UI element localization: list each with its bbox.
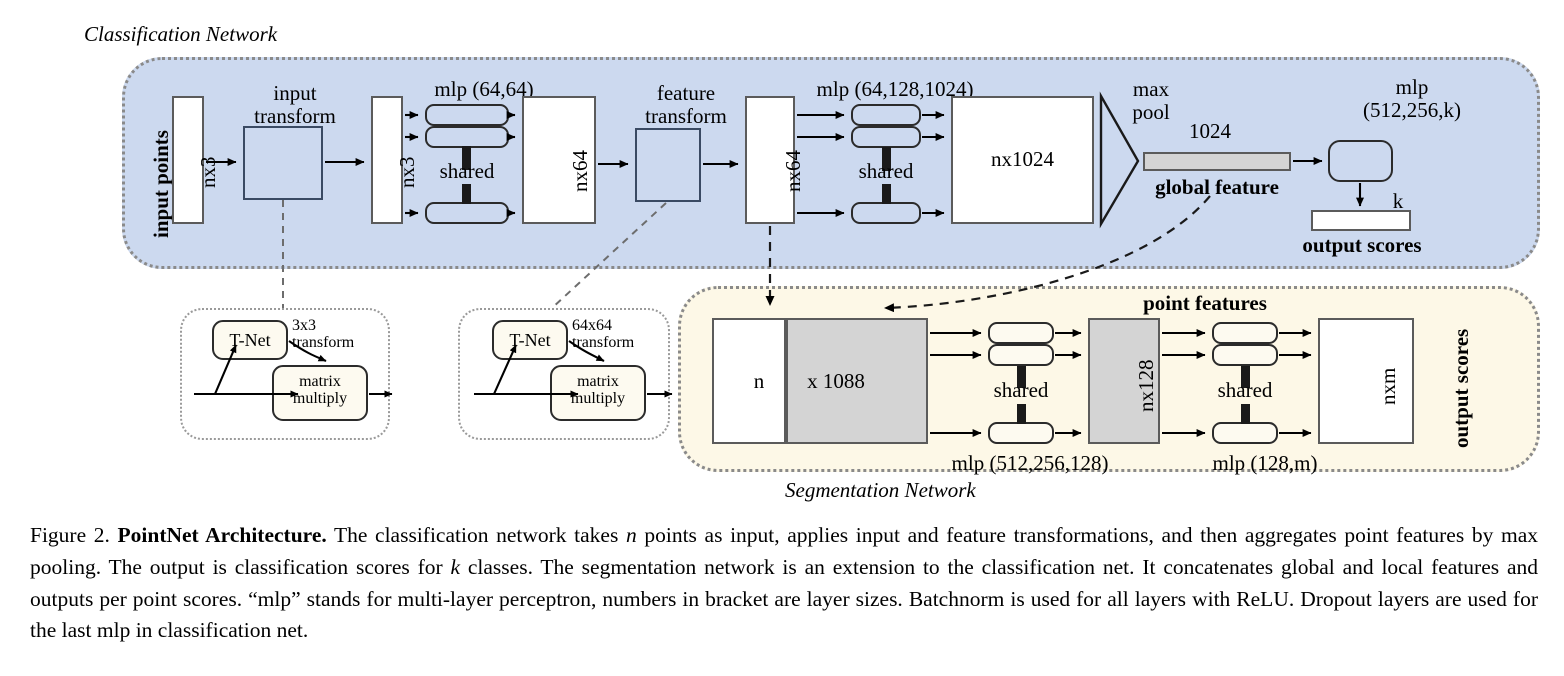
mlp4-shared-label: shared <box>993 378 1049 402</box>
transformed-tensor-label: nx3 <box>395 156 419 189</box>
feature-tnet-transform-line1: 64x64 <box>572 317 612 334</box>
mlp5-shared-label: shared <box>1217 378 1273 402</box>
figure-caption: Figure 2. PointNet Architecture. The cla… <box>30 520 1538 647</box>
input-tnet-matmul-line1: matrix <box>299 373 341 390</box>
input-tnet-transform-line1: 3x3 <box>292 317 316 334</box>
mlp2-shared-bar-lower <box>882 184 891 204</box>
input-transform-line2: transform <box>254 103 336 128</box>
feat128-tensor-label: nx128 <box>1134 359 1158 413</box>
input-transform-box <box>243 126 323 200</box>
mlp3-label: mlp (512,256,k) <box>1322 76 1502 121</box>
mlp5-label: mlp (128,m) <box>1212 451 1318 475</box>
caption-bold-title: PointNet Architecture. <box>117 523 327 547</box>
classification-output-scores-label: output scores <box>1302 233 1422 257</box>
maxpool-label: max pool <box>1113 78 1189 123</box>
point-features-label: point features <box>1143 291 1267 315</box>
feature-tnet-matmul-line1: matrix <box>577 373 619 390</box>
mlp5-slab-bottom <box>1212 422 1278 444</box>
mlp2-slab-bottom <box>851 202 921 224</box>
mlp1-shared-bar-lower <box>462 184 471 204</box>
global-feature-bar <box>1143 152 1291 171</box>
mlp1-shared-label: shared <box>439 159 495 183</box>
concat-n-label: n <box>753 369 765 393</box>
feat64-tensor-label: nx64 <box>568 150 592 192</box>
mlp2-shared-label: shared <box>858 159 914 183</box>
maxpool-line1: max <box>1132 77 1170 101</box>
input-transform-label: input transform <box>205 82 385 127</box>
input-tnet-transform-label: 3x3 transform <box>292 317 388 352</box>
feature-tnet-matmul-line2: multiply <box>570 390 626 408</box>
feature-transform-box <box>635 128 701 202</box>
feat64b-tensor-label: nx64 <box>781 150 805 192</box>
mlp2-slab-mid <box>851 126 921 148</box>
mlp4-label: mlp (512,256,128) <box>951 451 1109 475</box>
mlp2-slab-top <box>851 104 921 126</box>
mlp4-slab-mid <box>988 344 1054 366</box>
input-tnet-matmul-label: matrix multiply <box>272 373 368 408</box>
feature-tnet-transform-line2: transform <box>572 334 635 352</box>
classification-network-title: Classification Network <box>84 22 278 46</box>
mlp4-slab-top <box>988 322 1054 344</box>
input-transform-line1: input <box>273 81 317 105</box>
mlp1-slab-top <box>425 104 509 126</box>
caption-italic-k: k <box>450 554 461 579</box>
mlp3-slab <box>1328 140 1393 182</box>
maxpool-line2: pool <box>1132 99 1170 124</box>
caption-prefix: Figure 2. <box>30 523 110 547</box>
segmentation-output-scores-label: output scores <box>1449 328 1473 448</box>
mlp3-line1: mlp <box>1395 75 1429 99</box>
input-points-label: input points <box>149 130 173 238</box>
segmentation-network-title: Segmentation Network <box>785 478 976 502</box>
classification-output-box <box>1311 210 1411 231</box>
concat-dim-label: x 1088 <box>807 369 865 393</box>
caption-italic-n: n <box>625 523 637 547</box>
mlp1-slab-bottom <box>425 202 509 224</box>
mlp4-slab-bottom <box>988 422 1054 444</box>
mlp4-shared-bar-lower <box>1017 404 1026 424</box>
figure-canvas: Classification Network Segmentation Netw… <box>0 0 1564 676</box>
input-tnet-matmul-line2: multiply <box>292 390 348 408</box>
input-tnet-transform-line2: transform <box>292 334 355 352</box>
global-dim-label: 1024 <box>1189 119 1231 143</box>
global-feature-label: global feature <box>1155 175 1279 199</box>
segmentation-output-tensor-label: nxm <box>1376 367 1400 405</box>
mlp5-shared-bar-lower <box>1241 404 1250 424</box>
mlp5-slab-top <box>1212 322 1278 344</box>
feature-transform-line2: transform <box>645 103 727 128</box>
feature-tnet-matmul-label: matrix multiply <box>550 373 646 408</box>
mlp5-slab-mid <box>1212 344 1278 366</box>
feature-tnet-transform-label: 64x64 transform <box>572 317 668 352</box>
input-tnet-label: T-Net <box>229 330 271 350</box>
caption-body-1: The classification network takes <box>326 523 626 547</box>
feature-tnet-label: T-Net <box>509 330 551 350</box>
feat1024-tensor-label: nx1024 <box>991 147 1054 171</box>
mlp1-slab-mid <box>425 126 509 148</box>
input-tensor-label: nx3 <box>196 156 220 189</box>
feature-transform-line1: feature <box>656 81 716 105</box>
mlp3-line2: (512,256,k) <box>1363 97 1461 122</box>
